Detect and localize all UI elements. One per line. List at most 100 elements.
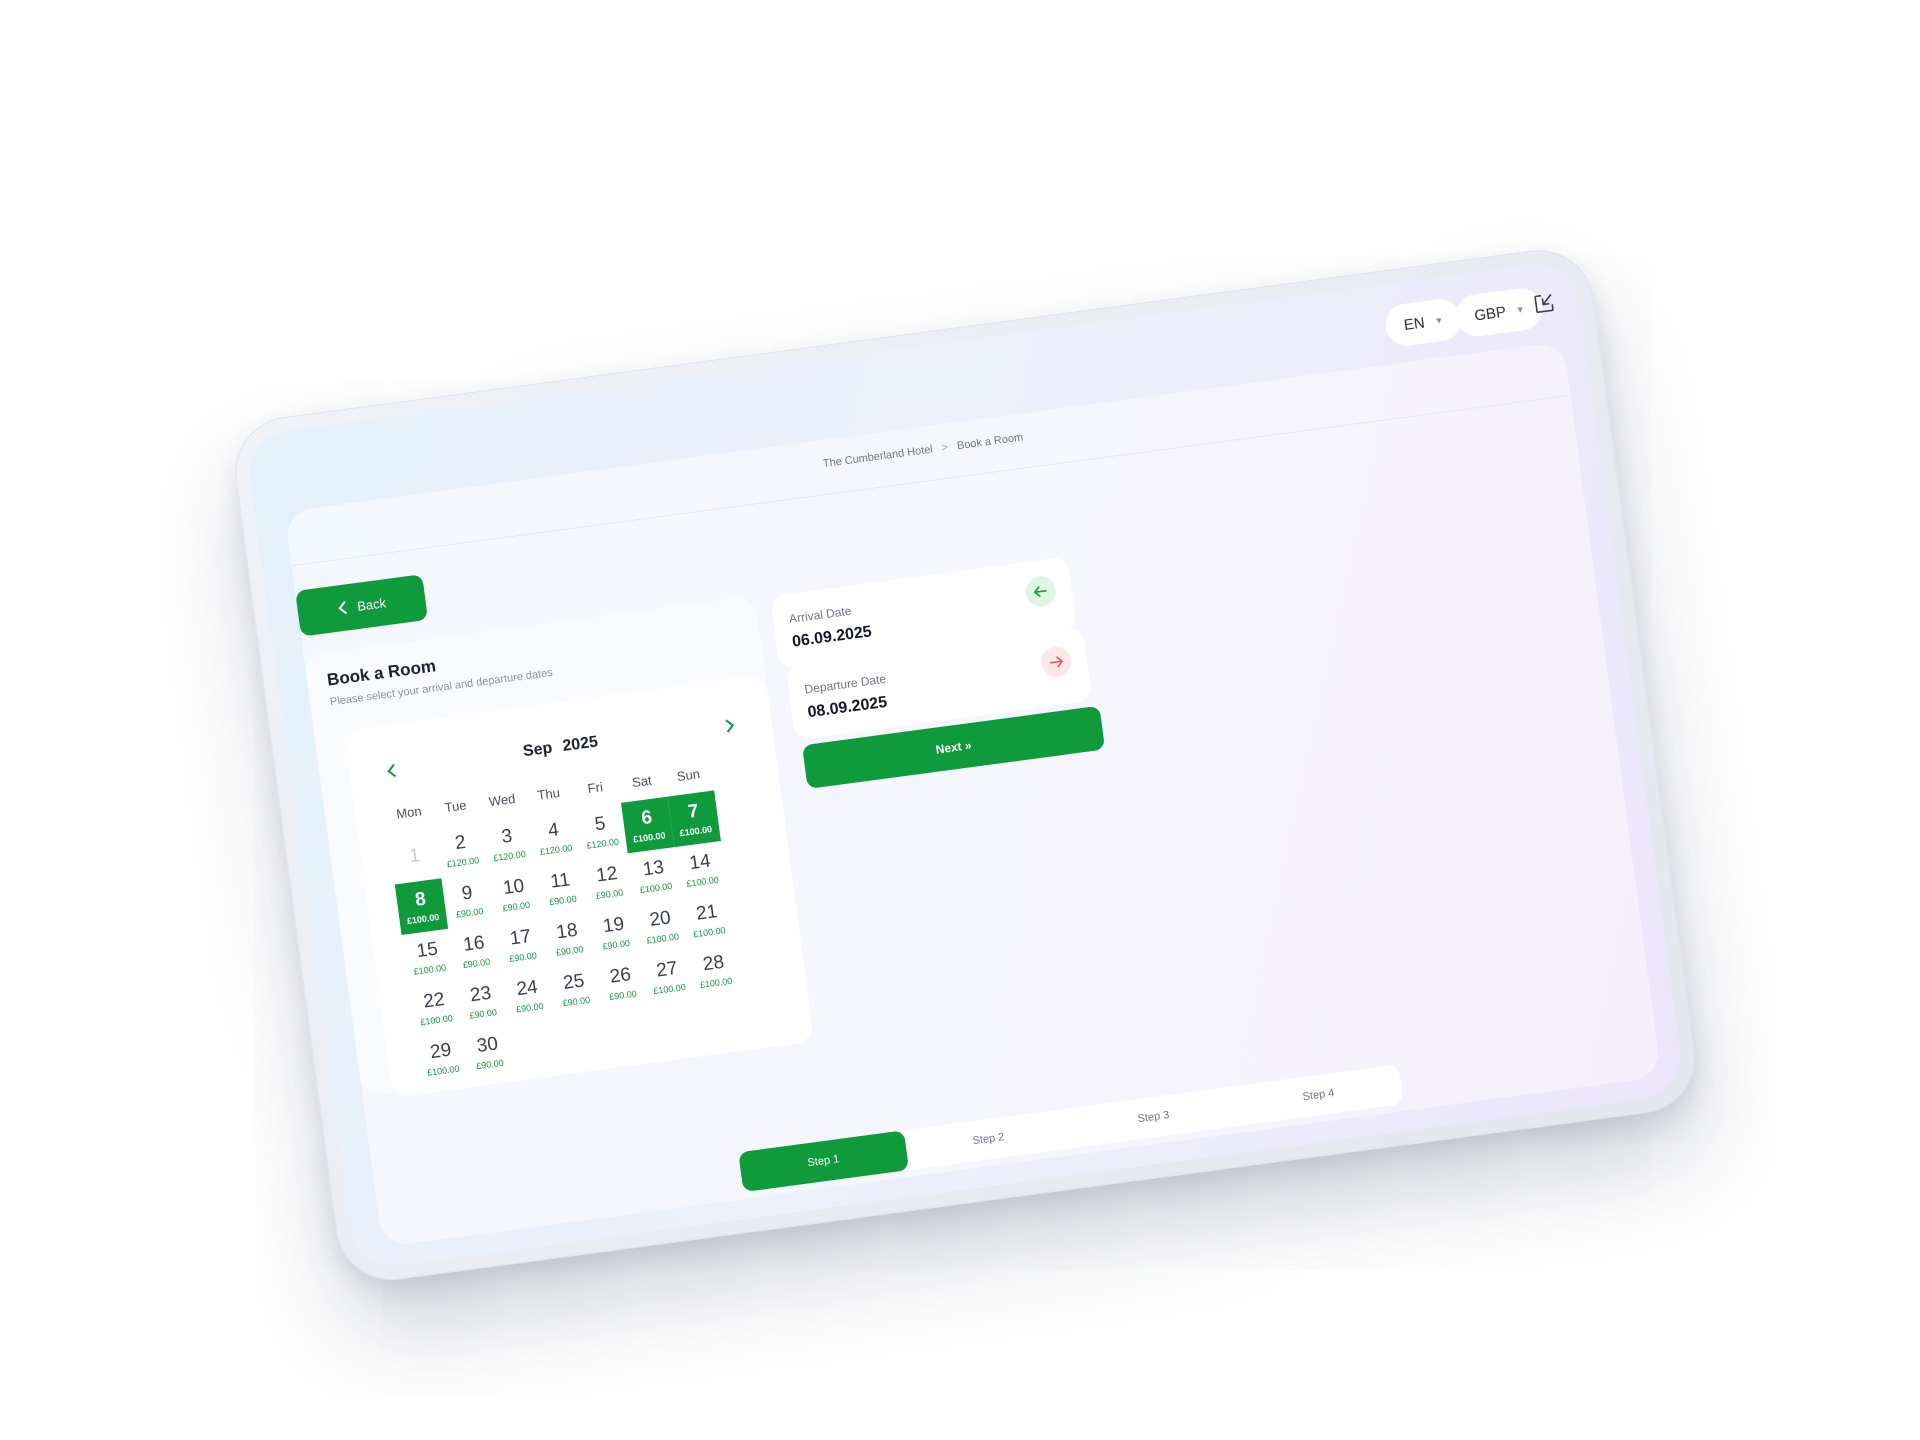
calendar-day[interactable]: 13 £100.00 [628,847,681,904]
calendar-month: Sep [522,739,554,761]
calendar-day-price: £100.00 [699,975,733,990]
language-value: EN [1402,313,1426,334]
calendar-day-price: £90.00 [475,1057,505,1072]
next-month-button[interactable] [714,710,745,741]
arrow-right-icon [1039,645,1074,679]
calendar-day[interactable]: 11 £90.00 [535,860,588,917]
chevron-left-icon [337,601,347,615]
weekday-label: Sat [631,772,653,791]
calendar-day-number: 24 [515,976,540,1001]
tablet-frame: EN ▼ GBP ▼ The Cumberland Hotel > Book a… [228,243,1702,1287]
calendar-day-price: £90.00 [501,899,531,914]
calendar-day-price: £120.00 [539,842,573,857]
weekday-label: Fri [586,779,604,797]
weekday-label: Tue [443,797,468,816]
calendar-day-number: 12 [595,863,619,887]
calendar-day[interactable]: 25 £90.00 [548,961,601,1018]
calendar-day[interactable]: 22 £100.00 [408,979,461,1036]
weekday-label: Mon [395,803,423,822]
calendar-day-number: 4 [546,819,561,842]
weekday-label: Thu [536,784,561,803]
calendar-day-number: 26 [608,964,633,988]
calendar-day[interactable]: 28 £100.00 [688,942,741,999]
calendar-day-price: £120.00 [446,855,480,870]
calendar-day-price: £90.00 [515,1000,545,1015]
calendar-day-number: 6 [640,806,654,830]
calendar-day-number: 5 [593,813,607,836]
calendar-day[interactable]: 18 £90.00 [541,910,594,967]
calendar-day-price: £100.00 [406,911,440,927]
arrow-left-icon [1023,574,1058,609]
calendar-day[interactable]: 21 £100.00 [681,892,734,949]
calendar-day-number: 25 [561,970,586,994]
calendar-day[interactable]: 14 £100.00 [674,841,727,898]
calendar-day-number: 15 [415,938,440,963]
calendar-day-number: 11 [549,869,572,893]
calendar-day-price: £100.00 [692,925,727,940]
calendar-day-price: £90.00 [608,988,638,1003]
calendar-day[interactable]: 26 £90.00 [595,954,648,1011]
calendar-day[interactable]: 19 £90.00 [588,904,641,961]
calendar-day-price: £90.00 [468,1007,498,1021]
calendar-day-price: £90.00 [455,906,485,920]
calendar-day[interactable]: 6 £100.00 [620,796,675,854]
calendar-day-number: 30 [475,1033,500,1057]
breadcrumb-separator: > [940,441,949,455]
calendar-day-price: £90.00 [462,956,491,971]
calendar: Sep 2025 Mon Tue Wed Thu Fri Sat Sun 1 2 £120.00… [344,674,815,1098]
calendar-day-price: £90.00 [508,950,538,964]
calendar-day[interactable]: 4 £120.00 [528,809,581,866]
exit-icon[interactable] [1531,290,1558,317]
calendar-day-price: £120.00 [585,836,620,851]
language-select[interactable]: EN ▼ [1383,296,1464,349]
chevron-down-icon: ▼ [1515,304,1526,316]
calendar-day[interactable]: 12 £90.00 [581,853,634,910]
calendar-day-number: 22 [422,988,446,1013]
calendar-day-number: 9 [460,882,474,905]
calendar-day[interactable]: 30 £90.00 [462,1024,515,1081]
calendar-day-price: £100.00 [639,880,673,896]
calendar-day[interactable]: 3 £120.00 [481,815,534,872]
calendar-day-price: £100.00 [413,962,447,977]
calendar-day-number: 21 [694,901,719,925]
booking-card: Book a Room Please select your arrival a… [303,595,815,1098]
calendar-day-number: 19 [601,913,626,938]
calendar-day[interactable]: 5 £120.00 [574,803,627,860]
calendar-day[interactable]: 16 £90.00 [448,923,501,980]
calendar-day-number: 13 [641,856,666,881]
calendar-day-number: 1 [408,844,422,867]
calendar-day[interactable]: 10 £90.00 [488,866,541,923]
calendar-day[interactable]: 2 £120.00 [435,821,488,878]
calendar-year: 2025 [561,733,600,755]
calendar-day[interactable]: 23 £90.00 [455,973,508,1030]
stage: EN ▼ GBP ▼ The Cumberland Hotel > Book a… [0,0,1920,1440]
departure-date-value: 08.09.2025 [806,693,889,722]
calendar-day-price: £100.00 [679,824,713,839]
calendar-day[interactable]: 15 £100.00 [402,929,455,986]
calendar-day-price: £100.00 [685,874,720,889]
calendar-day[interactable]: 17 £90.00 [495,916,548,973]
calendar-day-number: 27 [655,957,679,982]
back-button-label: Back [356,594,387,614]
calendar-day[interactable]: 27 £100.00 [641,948,694,1005]
calendar-day-number: 18 [555,919,579,944]
calendar-day-number: 8 [413,888,428,911]
calendar-day-price: £100.00 [645,931,680,946]
calendar-day-number: 14 [688,850,712,875]
calendar-day: 1 [388,828,441,885]
calendar-day[interactable]: 7 £100.00 [667,790,721,848]
calendar-day-price: £100.00 [632,830,667,845]
weekday-label: Sun [675,766,701,785]
arrival-date-label: Arrival Date [788,603,853,626]
calendar-day[interactable]: 9 £90.00 [441,872,494,929]
calendar-day[interactable]: 8 £100.00 [394,878,449,936]
calendar-day-number: 29 [428,1039,453,1064]
calendar-day-price: £100.00 [419,1013,454,1028]
calendar-day-number: 23 [468,982,493,1007]
calendar-day-price: £90.00 [601,937,631,952]
arrival-date-value: 06.09.2025 [791,623,873,651]
calendar-day-price: £90.00 [548,893,578,908]
calendar-day[interactable]: 20 £100.00 [634,898,687,955]
calendar-day[interactable]: 29 £100.00 [415,1030,468,1087]
calendar-day[interactable]: 24 £90.00 [501,967,554,1024]
